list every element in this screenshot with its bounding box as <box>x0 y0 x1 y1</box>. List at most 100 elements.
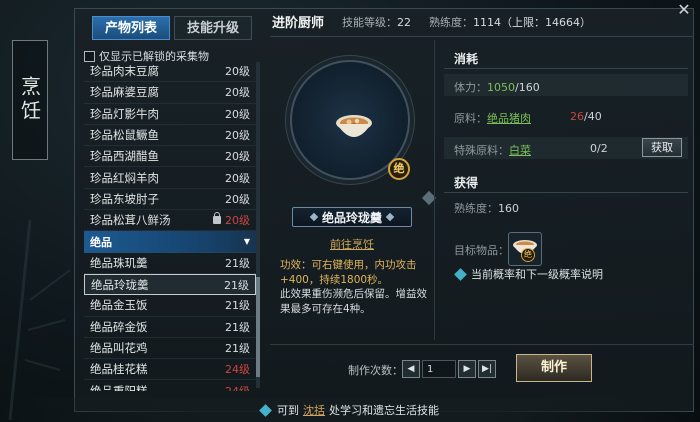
product-list-panel: 产物列表 技能升级 仅显示已解锁的采集物 珍品肉末豆腐 20级 珍品麻婆豆腐 20级珍… <box>80 10 262 391</box>
lock-icon <box>213 212 221 225</box>
item-level: 24级 <box>225 361 250 377</box>
filter-checkbox[interactable] <box>84 50 95 62</box>
item-level-text: 20级 <box>225 129 250 143</box>
material-link[interactable]: 绝品猪肉 <box>487 112 531 125</box>
footer-npc-link[interactable]: 沈括 <box>303 402 325 418</box>
dish-name: 绝品玲珑羹 <box>321 210 382 225</box>
list-item[interactable]: 绝品桂花糕 24级 <box>84 359 256 381</box>
item-level: 20级 <box>225 84 250 100</box>
item-name: 绝品碎金饭 <box>90 319 148 334</box>
list-item[interactable]: 珍品西湖醋鱼 20级 <box>84 146 256 168</box>
item-level: 20级 <box>225 148 250 164</box>
ink-bamboo-decoration <box>8 219 71 420</box>
item-level-text: 21级 <box>225 299 250 313</box>
chevron-down-icon: ▼ <box>243 237 250 247</box>
list-item[interactable]: 珍品红焖羊肉 20级 <box>84 167 256 189</box>
item-level-text: 21级 <box>224 278 249 292</box>
list-item[interactable]: 绝品重阳糕 24级 <box>84 380 256 391</box>
item-name: 珍品灯影牛肉 <box>90 106 159 121</box>
item-name: 珍品红焖羊肉 <box>90 170 159 185</box>
list-item[interactable]: 珍品肉末豆腐 20级 <box>84 61 256 83</box>
special-link[interactable]: 白菜 <box>509 144 531 157</box>
gain-exp-label: 熟练度： <box>454 202 498 215</box>
item-name: 绝品玲珑羹 <box>91 277 149 292</box>
item-name: 珍品麻婆豆腐 <box>90 85 159 100</box>
skill-title: 进阶厨师 <box>272 16 325 31</box>
item-level: 20级 <box>225 63 250 79</box>
item-level: 21级 <box>225 319 250 335</box>
skill-exp-value: 1114（上限：14664） <box>473 15 592 29</box>
count-label: 制作次数： <box>348 364 403 377</box>
tab-products[interactable]: 产物列表 <box>92 16 170 40</box>
skill-level-value: 22 <box>397 15 412 29</box>
list-item[interactable]: 绝品珠玑羹 21级 <box>84 253 256 274</box>
goto-cooking-link[interactable]: 前往烹饪 <box>330 236 374 252</box>
info-diamond-icon <box>259 403 272 417</box>
item-level-text: 24级 <box>225 383 250 391</box>
side-tab-cooking[interactable]: 烹饪 <box>12 40 48 160</box>
item-level-text: 20级 <box>225 86 250 100</box>
count-input[interactable] <box>422 360 456 378</box>
item-name: 珍品东坡肘子 <box>90 191 159 206</box>
item-level: 20级 <box>225 127 250 143</box>
gain-exp-row: 熟练度：160 <box>454 200 519 216</box>
item-level: 20级 <box>225 106 250 122</box>
list-item[interactable]: 珍品麻婆豆腐 20级 <box>84 82 256 104</box>
skill-exp-label: 熟练度： <box>429 15 474 29</box>
stamina-current: 1050 <box>487 81 515 94</box>
item-level-text: 20级 <box>225 192 250 206</box>
item-level: 21级 <box>225 297 250 313</box>
item-name: 绝品桂花糕 <box>90 362 148 377</box>
desc-rest: 此效果重伤濒危后保留。增益效果最多可存在4种。 <box>280 288 427 315</box>
target-label: 目标物品： <box>454 244 509 257</box>
consume-divider <box>444 68 688 69</box>
item-name: 绝品金玉饭 <box>90 298 148 313</box>
skill-level: 技能等级：22 <box>342 14 411 30</box>
close-icon[interactable]: ✕ <box>673 0 695 20</box>
item-name: 珍品肉末豆腐 <box>90 64 159 79</box>
list-scrollbar-thumb[interactable] <box>256 277 260 377</box>
target-quality-badge: 绝 <box>521 248 535 262</box>
material-have: 26 <box>570 110 584 123</box>
list-item[interactable]: 珍品松鼠鳜鱼 20级 <box>84 125 256 147</box>
probability-link[interactable]: 当前概率和下一级概率说明 <box>471 266 603 282</box>
list-item[interactable]: 珍品灯影牛肉 20级 <box>84 104 256 125</box>
gain-divider <box>444 192 688 193</box>
item-name: 珍品松鼠鳜鱼 <box>90 128 159 143</box>
increment-button[interactable]: ▶ <box>458 360 476 378</box>
info-diamond-icon <box>454 267 467 281</box>
special-label: 特殊原料： <box>454 144 509 157</box>
side-tab-label: 烹饪 <box>17 76 42 124</box>
item-level: 21级 <box>225 255 250 271</box>
list-item[interactable]: 绝品碎金饭 21级 <box>84 317 256 338</box>
desc-prefix: 功效： <box>280 259 312 271</box>
list-item[interactable]: 绝品叫花鸡 21级 <box>84 338 256 360</box>
list-scrollbar[interactable] <box>256 62 260 388</box>
stamina-label: 体力： <box>454 81 487 94</box>
special-count: 0/2 <box>590 142 608 155</box>
list-item[interactable]: 绝品玲珑羹 21级 <box>84 273 256 296</box>
list-item[interactable]: 珍品松茸八鲜汤 20级 <box>84 210 256 232</box>
list-item[interactable]: 绝品金玉饭 21级 <box>84 295 256 317</box>
soup-bowl-icon <box>336 115 372 137</box>
tab-skill-upgrade[interactable]: 技能升级 <box>174 16 252 40</box>
gain-exp-value: 160 <box>498 202 519 215</box>
diamond-icon <box>309 212 319 222</box>
item-level-text: 20级 <box>225 107 250 121</box>
item-level-text: 21级 <box>225 256 250 270</box>
material-count: 26/40 <box>570 110 602 123</box>
item-level: 21级 <box>224 277 249 293</box>
material-row: 原料：绝品猪肉 <box>454 110 531 126</box>
footer-hint: 可到 沈括 处学习和遗忘生活技能 <box>0 398 700 422</box>
product-list: 珍品肉末豆腐 20级 珍品麻婆豆腐 20级 珍品灯影牛肉 20级 珍品松鼠鳜鱼 20级 珍品西湖… <box>84 61 256 391</box>
get-button[interactable]: 获取 <box>642 138 682 157</box>
list-item[interactable]: 珍品东坡肘子 20级 <box>84 189 256 211</box>
bottom-divider <box>270 344 694 345</box>
decrement-button[interactable]: ◀ <box>402 360 420 378</box>
footer-suffix: 处学习和遗忘生活技能 <box>329 404 439 417</box>
craft-button[interactable]: 制作 <box>516 354 592 382</box>
list-group-header[interactable]: 绝品 ▼ <box>84 231 256 253</box>
item-level-text: 20级 <box>225 65 250 79</box>
max-button[interactable]: ▶| <box>478 360 496 378</box>
probability-help[interactable]: 当前概率和下一级概率说明 <box>454 266 603 282</box>
